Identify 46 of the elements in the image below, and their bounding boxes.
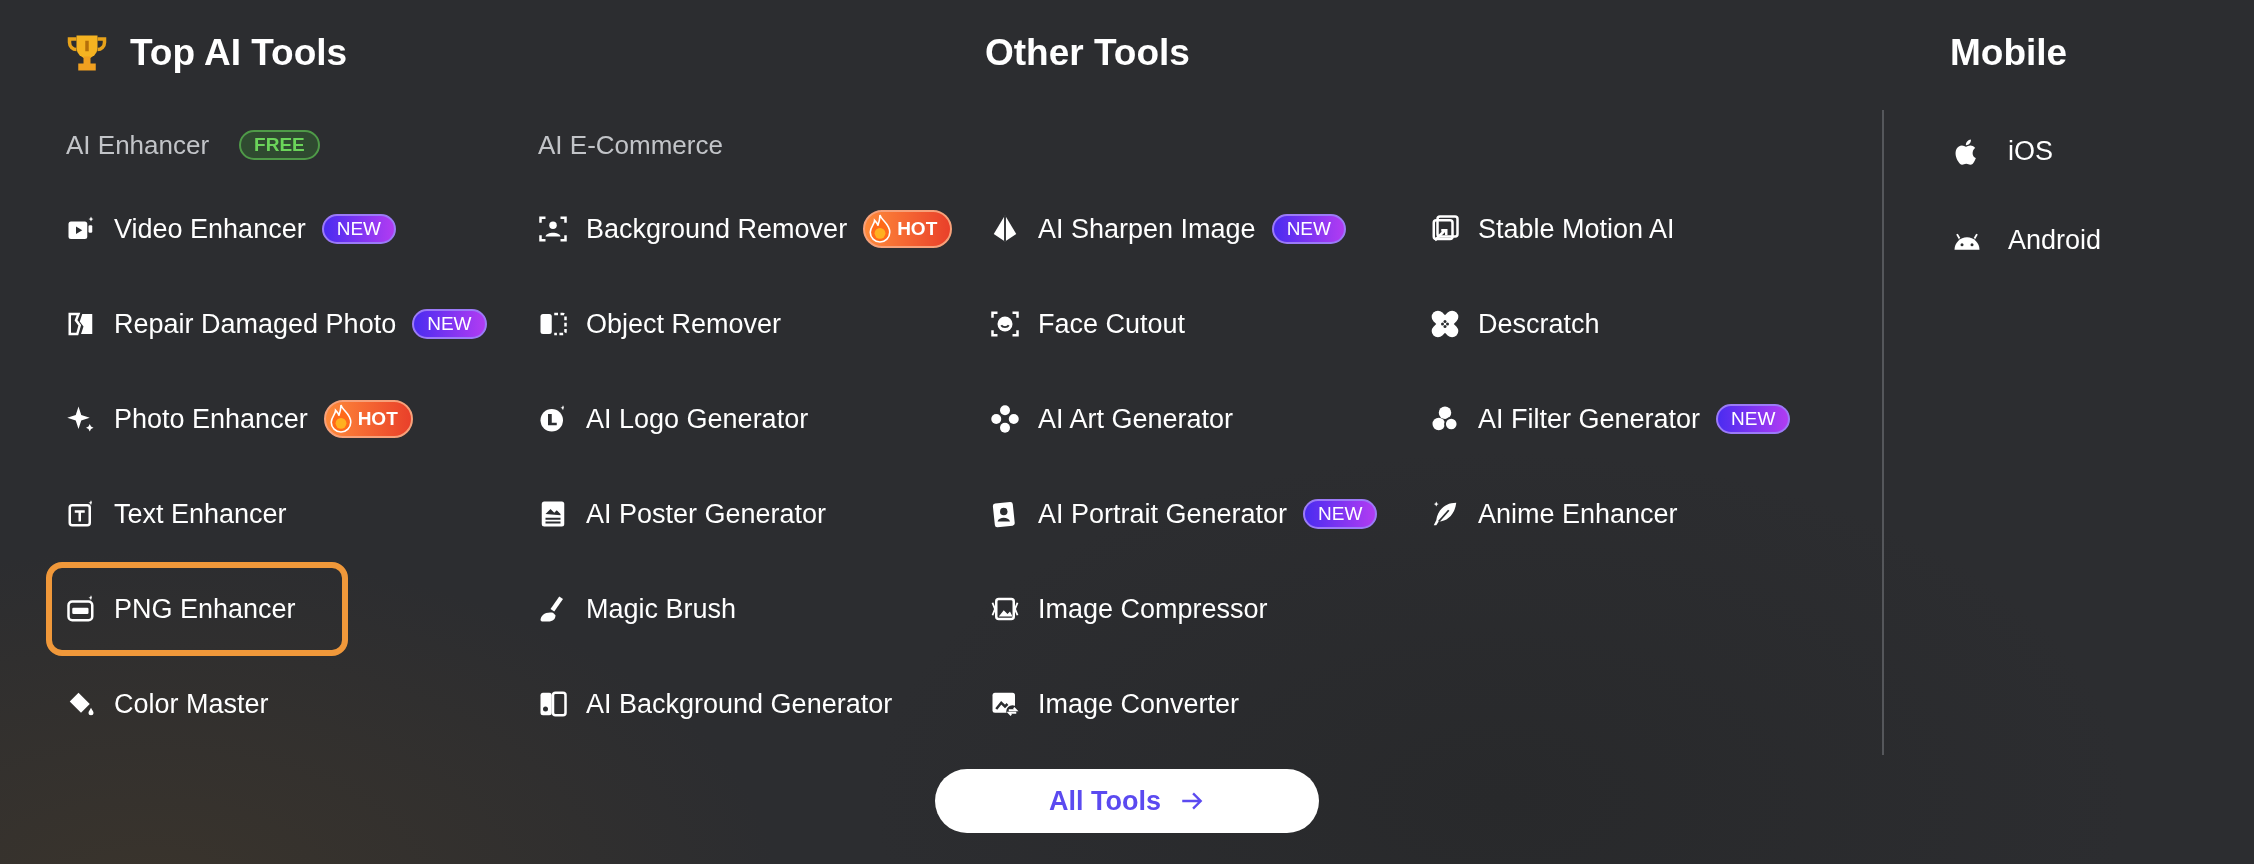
tool-link[interactable]: Video Enhancer NEW xyxy=(46,182,408,276)
platform-link[interactable]: Android xyxy=(1930,196,2102,285)
tool-link[interactable]: Object Remover xyxy=(518,277,794,371)
tool-link[interactable]: Repair Damaged Photo NEW xyxy=(46,277,499,371)
tool-link[interactable]: Text Enhancer xyxy=(46,467,299,561)
tool-link[interactable]: AI Logo Generator xyxy=(518,372,821,466)
hot-badge: HOT xyxy=(323,400,413,438)
tool-link[interactable]: Stable Motion AI xyxy=(1410,182,1687,276)
new-badge: NEW xyxy=(321,214,396,244)
tool-link[interactable]: Face Cutout xyxy=(970,277,1198,371)
person-frame-icon xyxy=(538,214,568,244)
free-badge: FREE xyxy=(239,130,320,160)
tool-link[interactable]: AI Background Generator xyxy=(518,657,905,751)
category-heading: AI E-Commerce xyxy=(538,129,723,161)
image-cards-icon xyxy=(538,689,568,719)
three-circles-icon xyxy=(1430,404,1460,434)
tool-link[interactable]: Anime Enhancer xyxy=(1410,467,1690,561)
category-heading: AI Enhancer xyxy=(66,129,210,161)
tool-link[interactable]: AI Sharpen Image NEW xyxy=(970,182,1358,276)
tool-link[interactable]: Image Converter xyxy=(970,657,1252,751)
new-badge: NEW xyxy=(1303,499,1378,529)
tool-link[interactable]: AI Filter Generator NEW xyxy=(1410,372,1803,466)
new-badge: NEW xyxy=(412,309,487,339)
tool-link[interactable]: Magic Brush xyxy=(518,562,749,656)
tool-link[interactable]: Image Compressor xyxy=(970,562,1280,656)
stacked-frames-icon xyxy=(1430,214,1460,244)
face-frame-icon xyxy=(990,309,1020,339)
sparkle-icon xyxy=(66,404,96,434)
tool-link[interactable]: Descratch xyxy=(1410,277,1612,371)
tool-link[interactable]: AI Portrait Generator NEW xyxy=(970,467,1390,561)
tool-link[interactable]: Color Master xyxy=(46,657,281,751)
section-title: Top AI Tools xyxy=(130,32,348,74)
tool-link[interactable]: Background Remover HOT xyxy=(518,182,965,276)
section-title: Other Tools xyxy=(985,32,1190,74)
platform-link[interactable]: iOS xyxy=(1930,107,2053,196)
bandage-icon xyxy=(1430,309,1460,339)
four-dots-icon xyxy=(990,404,1020,434)
tool-link[interactable]: AI Poster Generator xyxy=(518,467,839,561)
all-tools-button[interactable]: All Tools xyxy=(935,769,1319,833)
new-badge: NEW xyxy=(1271,214,1346,244)
tool-link[interactable]: AI Art Generator xyxy=(970,372,1246,466)
section-title: Mobile xyxy=(1950,32,2068,74)
new-badge: NEW xyxy=(1716,404,1791,434)
tool-link[interactable]: Photo Enhancer HOT xyxy=(46,372,425,466)
hot-badge: HOT xyxy=(863,210,953,248)
tool-link[interactable]: PNG Enhancer xyxy=(46,562,348,656)
